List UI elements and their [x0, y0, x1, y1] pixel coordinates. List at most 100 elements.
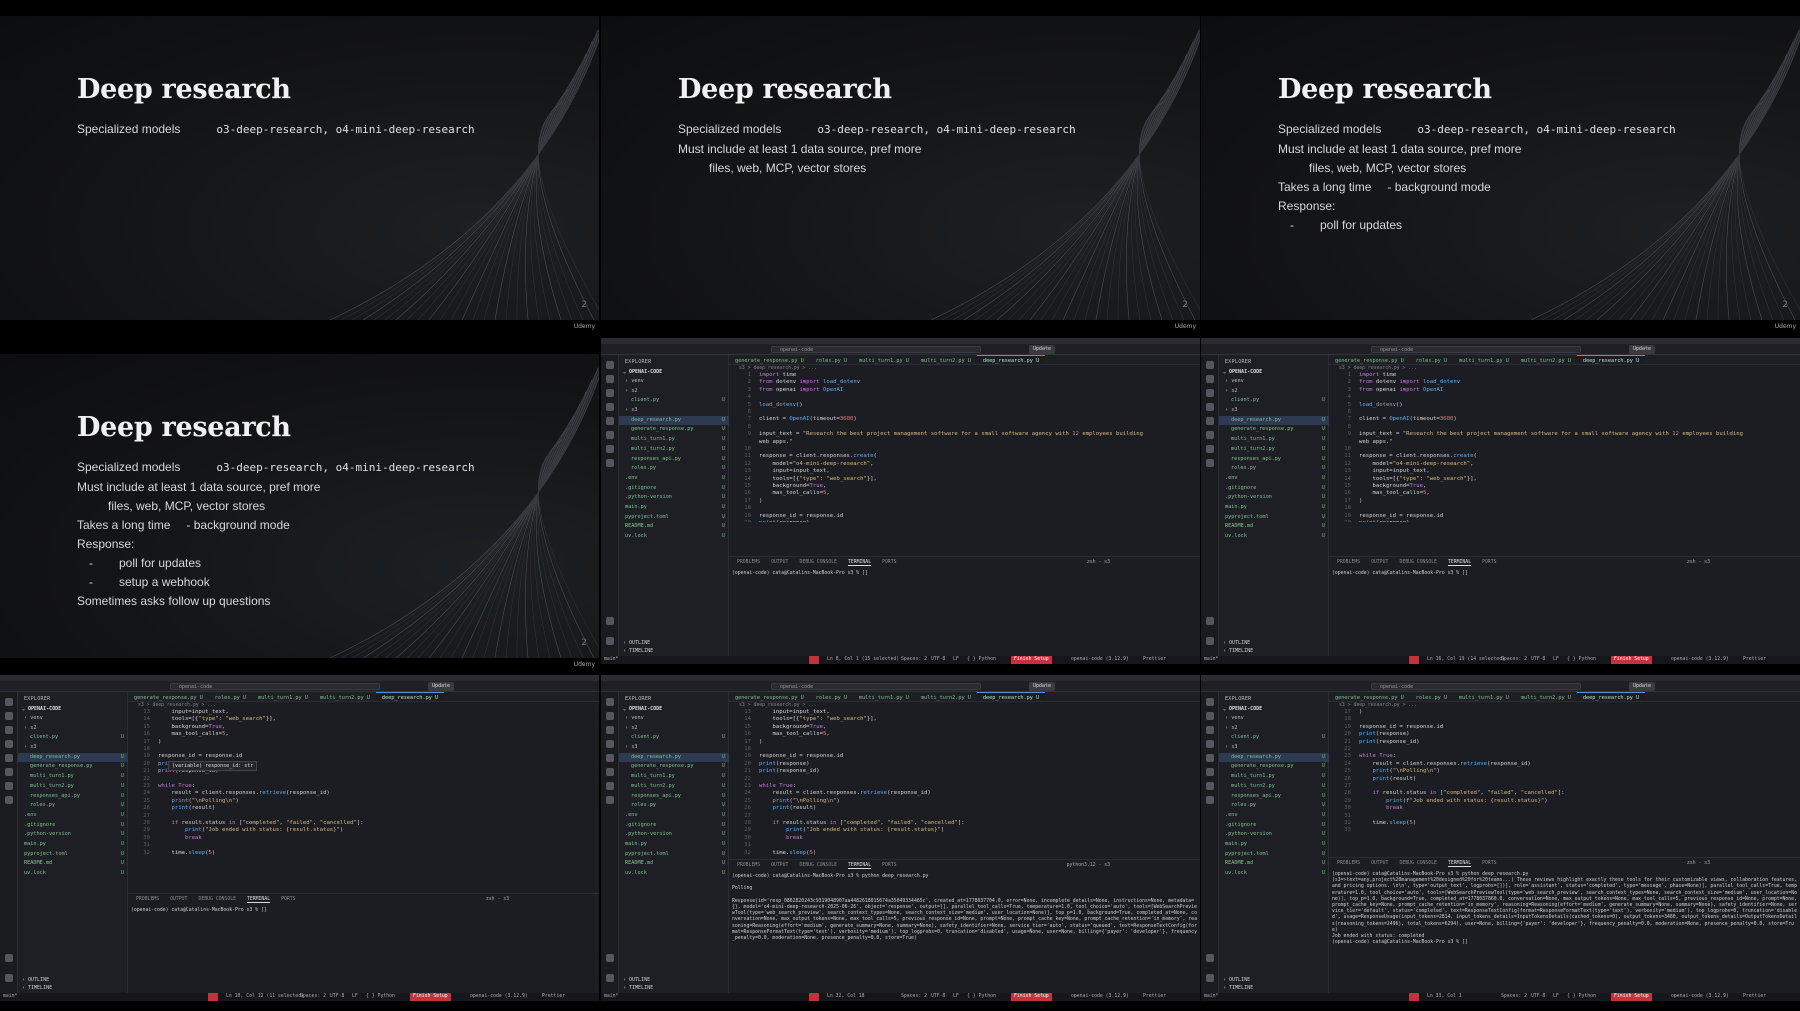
- indentation[interactable]: Spaces: 2: [901, 993, 927, 1001]
- timeline-section[interactable]: › TIMELINE: [1223, 985, 1253, 991]
- extensions-icon[interactable]: [5, 754, 13, 762]
- panel-tab-problems[interactable]: PROBLEMS: [136, 897, 159, 902]
- file-tree-item[interactable]: roles.py U: [1219, 801, 1329, 811]
- account-icon[interactable]: [1206, 954, 1214, 962]
- python-icon[interactable]: [606, 445, 614, 453]
- editor-tab[interactable]: roles.py U: [810, 356, 853, 364]
- finish-setup-button[interactable]: Finish Setup: [1011, 656, 1052, 664]
- file-tree-item[interactable]: roles.py U: [1219, 464, 1329, 474]
- file-tree-item[interactable]: responses_api.py U: [619, 792, 729, 802]
- file-tree-item[interactable]: › s3: [1219, 406, 1329, 416]
- outline-section[interactable]: › OUTLINE: [22, 977, 49, 983]
- indentation[interactable]: Spaces: 2: [1501, 656, 1527, 664]
- file-tree-item[interactable]: roles.py U: [18, 801, 128, 811]
- file-tree-item[interactable]: uv.lock U: [619, 869, 729, 879]
- panel-tab-terminal[interactable]: TERMINAL: [1447, 560, 1472, 566]
- files-icon[interactable]: [606, 361, 614, 369]
- editor-tab[interactable]: multi_turn1.py U: [1453, 356, 1515, 364]
- search-input[interactable]: openai-code: [1371, 346, 1581, 353]
- prettier-status[interactable]: Prettier: [1143, 993, 1166, 1001]
- git-branch[interactable]: main*: [604, 656, 618, 664]
- file-tree-item[interactable]: › s3: [619, 406, 729, 416]
- gear-icon[interactable]: [606, 974, 614, 982]
- cursor-position[interactable]: Ln 8, Col 1 (15 selected): [827, 656, 899, 664]
- search-icon[interactable]: [5, 712, 13, 720]
- terminal-name[interactable]: zsh - s3: [486, 897, 509, 902]
- line-ending[interactable]: LF: [352, 993, 358, 1001]
- file-tree-item[interactable]: multi_turn1.py U: [1219, 435, 1329, 445]
- project-folder[interactable]: ⌄ OPENAI-CODE: [22, 706, 61, 712]
- extensions-icon[interactable]: [1206, 417, 1214, 425]
- file-tree-item[interactable]: .python-version U: [619, 493, 729, 503]
- test-icon[interactable]: [5, 768, 13, 776]
- file-tree-item[interactable]: client.py U: [1219, 396, 1329, 406]
- file-tree-item[interactable]: pyproject.toml U: [18, 850, 128, 860]
- terminal-output[interactable]: (openai-code) cata@Catalins-MacBook-Pro …: [732, 874, 1197, 942]
- python-interpreter[interactable]: openai-code (3.12.9): [1671, 656, 1729, 664]
- line-ending[interactable]: LF: [1553, 993, 1559, 1001]
- prettier-status[interactable]: Prettier: [1143, 656, 1166, 664]
- search-icon[interactable]: [1206, 712, 1214, 720]
- panel-tab-output[interactable]: OUTPUT: [1371, 861, 1388, 866]
- update-button[interactable]: Update: [1629, 345, 1655, 354]
- file-tree-item[interactable]: .python-version U: [18, 830, 128, 840]
- cursor-position[interactable]: Ln 16, Col 19 (14 selected): [1427, 656, 1505, 664]
- file-tree-item[interactable]: README.md U: [18, 859, 128, 869]
- file-tree-item[interactable]: main.py U: [1219, 840, 1329, 850]
- editor-tab[interactable]: deep_research.py U: [375, 692, 445, 701]
- encoding[interactable]: UTF-8: [931, 993, 945, 1001]
- project-folder[interactable]: ⌄ OPENAI-CODE: [1223, 706, 1262, 712]
- finish-setup-button[interactable]: Finish Setup: [1611, 656, 1652, 664]
- file-tree-item[interactable]: multi_turn1.py U: [1219, 772, 1329, 782]
- editor-tab[interactable]: deep_research.py U: [976, 692, 1046, 701]
- docker-icon[interactable]: [1206, 796, 1214, 804]
- file-tree-item[interactable]: client.py U: [619, 396, 729, 406]
- editor-tab[interactable]: generate_response.py U: [729, 356, 810, 364]
- file-tree-item[interactable]: .gitignore U: [1219, 484, 1329, 494]
- editor-tab[interactable]: multi_turn2.py U: [915, 693, 977, 701]
- docker-icon[interactable]: [1206, 459, 1214, 467]
- file-tree-item[interactable]: .env U: [18, 811, 128, 821]
- file-tree-item[interactable]: uv.lock U: [18, 869, 128, 879]
- file-tree-item[interactable]: generate_response.py U: [1219, 425, 1329, 435]
- file-tree-item[interactable]: › s2: [1219, 387, 1329, 397]
- file-tree-item[interactable]: .python-version U: [1219, 830, 1329, 840]
- project-folder[interactable]: ⌄ OPENAI-CODE: [623, 706, 662, 712]
- update-button[interactable]: Update: [1629, 682, 1655, 691]
- file-tree-item[interactable]: generate_response.py U: [619, 425, 729, 435]
- code-editor[interactable]: 1 import time 2 from dotenv import load_dot…: [729, 372, 1200, 522]
- language-mode[interactable]: { } Python: [1567, 656, 1596, 664]
- python-icon[interactable]: [5, 782, 13, 790]
- language-mode[interactable]: { } Python: [967, 656, 996, 664]
- problems-indicator[interactable]: [1409, 993, 1419, 1001]
- file-tree-item[interactable]: › s2: [619, 387, 729, 397]
- panel-tab-problems[interactable]: PROBLEMS: [1337, 560, 1360, 565]
- update-button[interactable]: Update: [428, 682, 454, 691]
- file-tree-item[interactable]: responses_api.py U: [18, 792, 128, 802]
- terminal-output[interactable]: (openai-code) cata@Catalins-MacBook-Pro …: [1332, 571, 1797, 577]
- editor-tab[interactable]: generate_response.py U: [1329, 356, 1410, 364]
- finish-setup-button[interactable]: Finish Setup: [410, 993, 451, 1001]
- file-tree-item[interactable]: › s3: [18, 743, 128, 753]
- update-button[interactable]: Update: [1029, 682, 1055, 691]
- file-tree-item[interactable]: responses_api.py U: [1219, 455, 1329, 465]
- panel-tab-ports[interactable]: PORTS: [1482, 560, 1496, 565]
- file-tree-item[interactable]: › s3: [1219, 743, 1329, 753]
- run-debug-icon[interactable]: [606, 740, 614, 748]
- docker-icon[interactable]: [5, 796, 13, 804]
- file-tree-item[interactable]: › venv: [18, 714, 128, 724]
- test-icon[interactable]: [606, 768, 614, 776]
- gear-icon[interactable]: [1206, 974, 1214, 982]
- file-tree-item[interactable]: multi_turn2.py U: [1219, 782, 1329, 792]
- file-tree-item[interactable]: › s2: [1219, 724, 1329, 734]
- language-mode[interactable]: { } Python: [967, 993, 996, 1001]
- file-tree-item[interactable]: deep_research.py U: [1219, 415, 1329, 426]
- file-tree-item[interactable]: pyproject.toml U: [619, 513, 729, 523]
- run-debug-icon[interactable]: [1206, 740, 1214, 748]
- run-debug-icon[interactable]: [606, 403, 614, 411]
- git-branch[interactable]: main*: [1204, 993, 1218, 1001]
- file-tree-item[interactable]: multi_turn2.py U: [1219, 445, 1329, 455]
- extensions-icon[interactable]: [606, 754, 614, 762]
- file-tree-item[interactable]: .python-version U: [619, 830, 729, 840]
- file-tree-item[interactable]: main.py U: [1219, 503, 1329, 513]
